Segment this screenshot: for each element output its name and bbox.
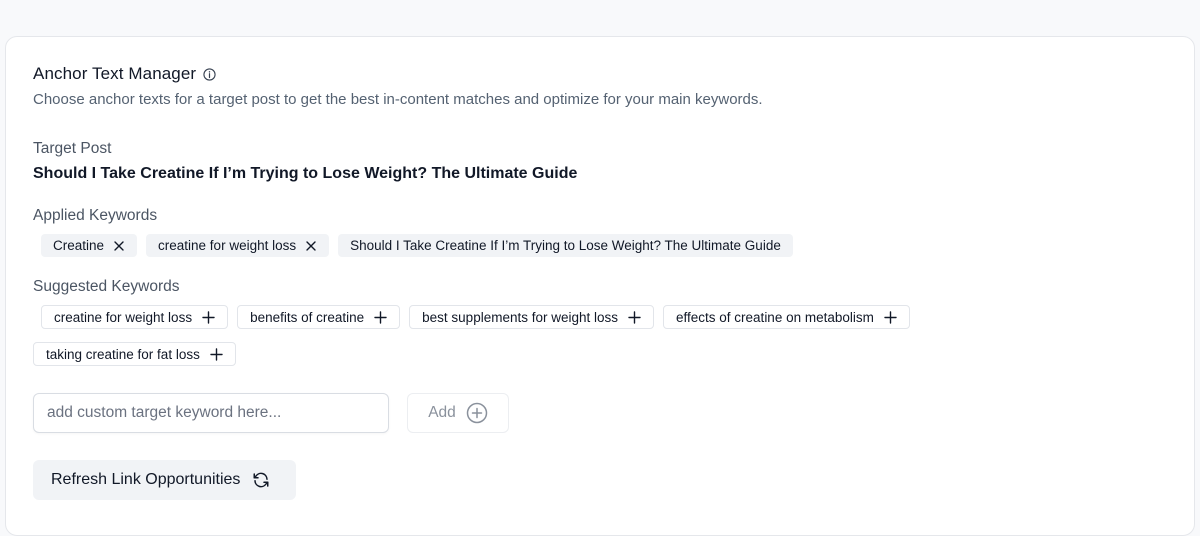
suggested-keywords-list: creatine for weight loss benefits of cre… [41,305,910,329]
plus-icon[interactable] [628,310,641,324]
target-post-label: Target Post [33,140,112,157]
applied-keyword-chip: Creatine [41,234,138,257]
applied-keyword-text: Should I Take Creatine If I’m Trying to … [350,238,781,253]
suggested-keywords-label: Suggested Keywords [33,278,180,295]
target-post-title: Should I Take Creatine If I’m Trying to … [33,165,578,182]
applied-keyword-chip: Should I Take Creatine If I’m Trying to … [338,234,793,257]
refresh-button-label: Refresh Link Opportunities [51,471,241,488]
suggested-keywords-list-row2: taking creatine for fat loss [33,342,236,366]
close-icon[interactable] [305,240,317,252]
custom-keyword-input[interactable] [33,393,389,433]
plus-icon[interactable] [884,310,897,324]
suggested-keyword-chip[interactable]: creatine for weight loss [41,305,229,329]
plus-icon[interactable] [374,310,387,324]
info-circle-icon[interactable] [203,67,216,81]
suggested-keyword-text: taking creatine for fat loss [46,346,200,362]
suggested-keyword-text: creatine for weight loss [54,309,193,325]
suggested-keyword-text: effects of creatine on metabolism [676,309,874,325]
add-button-label: Add [428,404,456,421]
refresh-link-opportunities-button[interactable]: Refresh Link Opportunities [33,460,296,500]
page-subtitle: Choose anchor texts for a target post to… [33,91,763,108]
suggested-keyword-chip[interactable]: taking creatine for fat loss [33,342,236,366]
applied-keywords-list: Creatine creatine for weight loss Should… [41,234,793,257]
suggested-keyword-chip[interactable]: best supplements for weight loss [409,305,655,329]
suggested-keyword-text: benefits of creatine [250,309,365,325]
applied-keyword-text: Creatine [53,238,105,253]
suggested-keyword-chip[interactable]: benefits of creatine [237,305,401,329]
page-title: Anchor Text Manager [33,64,197,83]
suggested-keyword-chip[interactable]: effects of creatine on metabolism [663,305,910,329]
applied-keywords-label: Applied Keywords [33,207,158,224]
add-keyword-button[interactable]: Add [407,393,509,433]
applied-keyword-text: creatine for weight loss [158,238,297,253]
refresh-icon [252,471,270,489]
plus-icon[interactable] [202,310,215,324]
anchor-text-manager-card: Anchor Text Manager Choose anchor texts … [5,36,1195,536]
plus-icon[interactable] [210,347,223,361]
suggested-keyword-text: best supplements for weight loss [422,309,619,325]
close-icon[interactable] [113,240,125,252]
applied-keyword-chip: creatine for weight loss [146,234,330,257]
header: Anchor Text Manager [33,64,216,84]
plus-circle-icon [466,402,488,424]
